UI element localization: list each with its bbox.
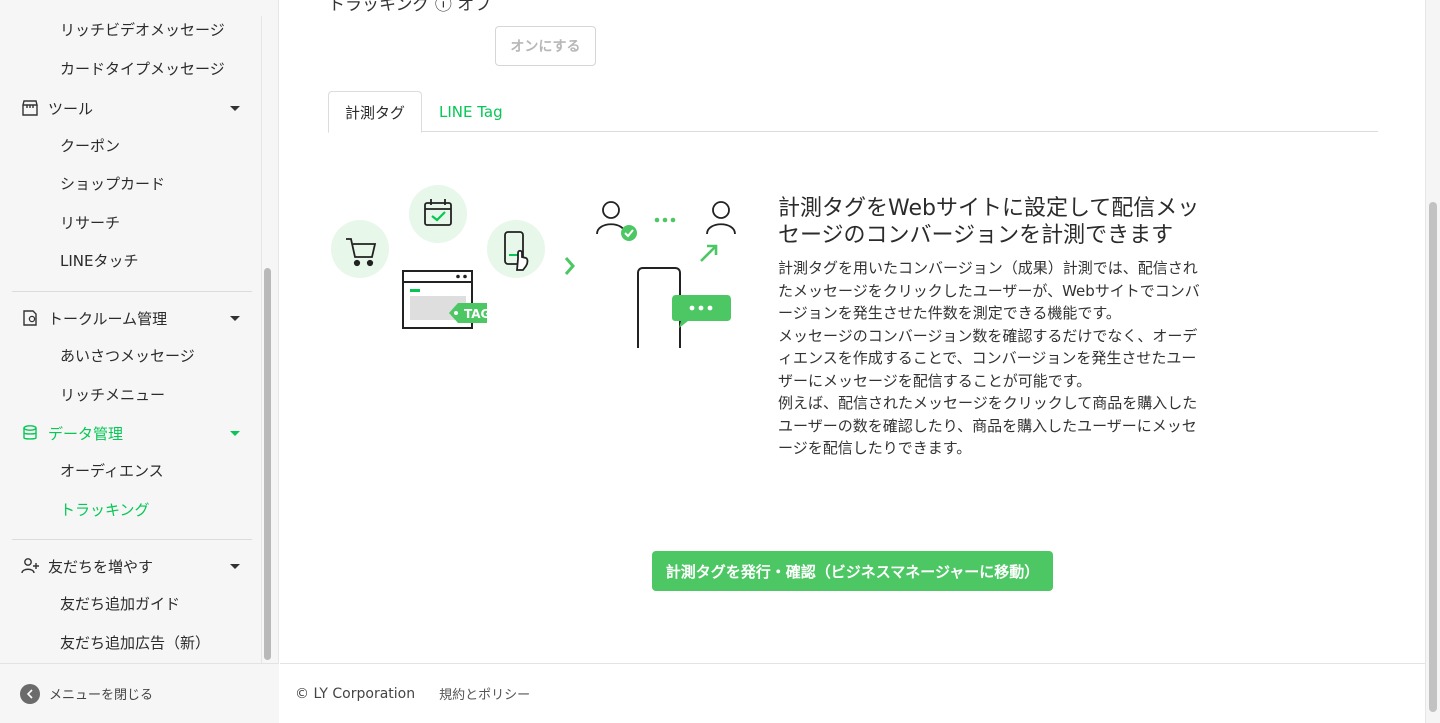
- sidebar-item-line-touch[interactable]: LINEタッチ: [60, 242, 138, 280]
- sidebar-group-tools[interactable]: ツール: [12, 89, 252, 127]
- sidebar-item-tracking[interactable]: トラッキング: [60, 491, 150, 529]
- check-badge-icon: [621, 225, 637, 241]
- chat-bubble-icon: [672, 295, 731, 328]
- sidebar-group-talkroom[interactable]: トークルーム管理: [12, 299, 252, 337]
- database-icon: [12, 414, 48, 452]
- talkroom-icon: [12, 299, 48, 337]
- arrow-up-right-icon: [700, 244, 718, 262]
- tracking-status-label: トラッキング ⓘ オフ: [328, 0, 492, 15]
- chevron-down-icon: [230, 315, 240, 321]
- sidebar-item-coupon[interactable]: クーポン: [60, 127, 120, 165]
- sidebar-group-label: データ管理: [48, 424, 124, 443]
- store-icon: [12, 89, 48, 127]
- close-menu-label: メニューを閉じる: [49, 688, 154, 703]
- tab-line-tag[interactable]: LINE Tag: [439, 91, 503, 132]
- page-title: 計測タグをWebサイトに設定して配信メッセージのコンバージョンを計測できます: [778, 196, 1200, 248]
- sidebar-group-label: 友だちを増やす: [48, 557, 154, 576]
- sidebar-divider: [12, 539, 252, 540]
- sidebar-item-card-type-message[interactable]: カードタイプメッセージ: [60, 50, 225, 88]
- page-footer: © LY Corporation 規約とポリシー: [280, 663, 1425, 723]
- sidebar-item-friend-guide[interactable]: 友だち追加ガイド: [60, 585, 180, 623]
- sidebar-item-research[interactable]: リサーチ: [60, 204, 120, 242]
- issue-tag-button[interactable]: 計測タグを発行・確認（ビジネスマネージャーに移動）: [652, 551, 1053, 591]
- measurement-tag-illustration: TAG: [331, 185, 736, 348]
- main-scrollbar-thumb[interactable]: [1429, 202, 1437, 712]
- chevron-down-icon: [230, 105, 240, 111]
- turn-on-button[interactable]: オンにする: [495, 26, 596, 66]
- tag-description: 計測タグを用いたコンバージョン（成果）計測では、配信されたメッセージをクリックし…: [778, 259, 1200, 457]
- user-icon: [596, 201, 626, 235]
- chevron-down-icon: [230, 563, 240, 569]
- sidebar-item-friend-ads[interactable]: 友だち追加広告（新）: [60, 624, 210, 662]
- sidebar-item-shop-card[interactable]: ショップカード: [60, 165, 165, 203]
- close-menu-button[interactable]: メニューを閉じる: [0, 663, 279, 723]
- sidebar-item-rich-menu[interactable]: リッチメニュー: [60, 376, 165, 414]
- chevron-right-icon: [564, 257, 575, 275]
- add-user-icon: [12, 547, 48, 585]
- sidebar: リッチビデオメッセージ カードタイプメッセージ ツール クーポン ショップカード…: [0, 0, 279, 723]
- tab-measurement-tag[interactable]: 計測タグ: [328, 91, 422, 133]
- sidebar-group-label: ツール: [48, 99, 94, 118]
- sidebar-group-data[interactable]: データ管理: [12, 414, 252, 452]
- sidebar-item-audience[interactable]: オーディエンス: [60, 452, 164, 490]
- tag-text: TAG: [464, 307, 490, 321]
- chevron-down-icon: [230, 430, 240, 436]
- sidebar-divider: [12, 291, 252, 292]
- tab-bar: 計測タグ LINE Tag: [328, 91, 1378, 133]
- user-icon: [706, 201, 736, 235]
- chevron-left-icon: [20, 683, 40, 704]
- sidebar-item-rich-video-message[interactable]: リッチビデオメッセージ: [60, 11, 225, 49]
- sidebar-group-friends[interactable]: 友だちを増やす: [12, 547, 252, 585]
- main-content: トラッキング ⓘ オフ オンにする 計測タグ LINE Tag TAG 計測タグ…: [280, 0, 1425, 663]
- sidebar-menu: リッチビデオメッセージ カードタイプメッセージ ツール クーポン ショップカード…: [0, 0, 262, 663]
- sidebar-group-label: トークルーム管理: [48, 309, 168, 328]
- tag-info: 計測タグをWebサイトに設定して配信メッセージのコンバージョンを計測できます 計…: [778, 195, 1203, 460]
- policy-link[interactable]: 規約とポリシー: [439, 684, 530, 703]
- sidebar-scrollbar-thumb[interactable]: [264, 268, 271, 660]
- sidebar-item-greeting-message[interactable]: あいさつメッセージ: [60, 337, 195, 375]
- copyright: © LY Corporation: [295, 685, 416, 702]
